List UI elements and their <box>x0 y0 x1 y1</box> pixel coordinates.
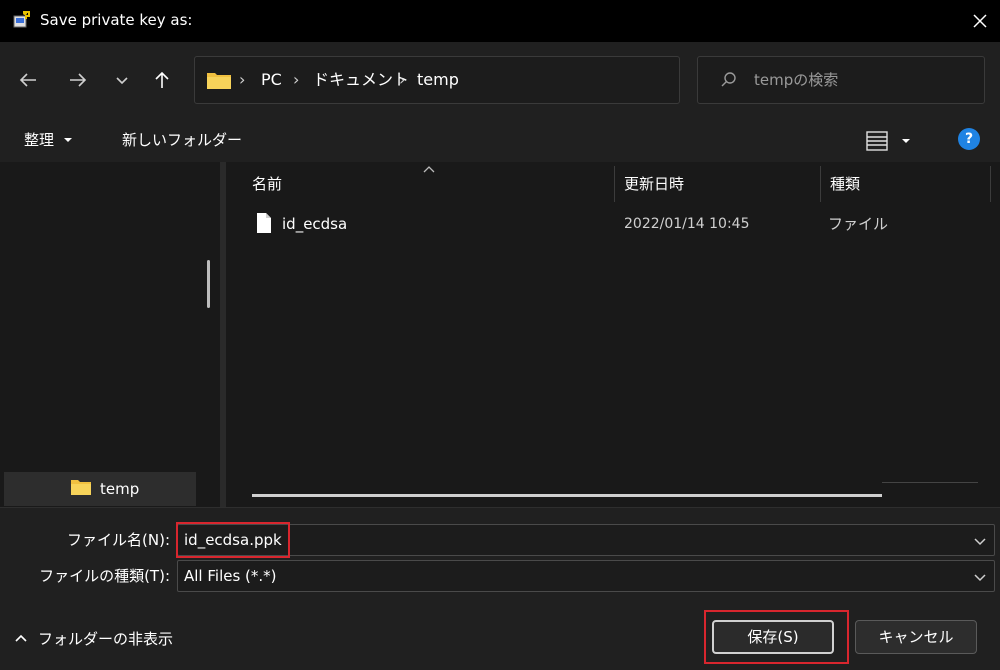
chevron-down-icon <box>902 139 910 143</box>
cancel-button[interactable]: キャンセル <box>855 620 977 654</box>
horizontal-scrollbar[interactable] <box>252 494 882 497</box>
file-name: id_ecdsa <box>282 215 348 233</box>
forward-arrow-icon <box>70 73 87 87</box>
column-header-type[interactable]: 種類 <box>830 174 860 194</box>
chevron-down-icon <box>116 77 128 85</box>
filetype-value: All Files (*.*) <box>184 567 277 585</box>
folder-icon <box>70 478 92 500</box>
hide-folders-label: フォルダーの非表示 <box>38 630 174 648</box>
back-arrow-icon <box>19 73 36 87</box>
filename-highlight-box <box>176 522 290 558</box>
close-icon <box>973 14 987 28</box>
recent-locations-button[interactable] <box>106 64 138 96</box>
breadcrumb-temp[interactable]: temp <box>417 70 459 90</box>
new-folder-button[interactable]: 新しいフォルダー <box>122 130 242 150</box>
chevron-down-icon[interactable] <box>972 533 988 549</box>
column-separator[interactable] <box>820 166 821 202</box>
organize-button[interactable]: 整理 <box>24 130 74 150</box>
help-icon: ? <box>964 131 974 147</box>
file-row[interactable]: id_ecdsa 2022/01/14 10:45 ファイル <box>246 206 986 240</box>
file-type: ファイル <box>828 215 889 233</box>
chevron-down-icon <box>64 138 73 142</box>
column-header-modified[interactable]: 更新日時 <box>624 174 684 194</box>
file-icon <box>256 212 272 238</box>
navigation-scrollbar[interactable] <box>207 260 210 308</box>
search-input[interactable] <box>754 69 974 91</box>
navigation-pane: temp <box>0 162 220 507</box>
file-modified: 2022/01/14 10:45 <box>624 216 750 232</box>
chevron-down-icon[interactable] <box>972 569 988 585</box>
help-button[interactable]: ? <box>958 128 980 150</box>
organize-label: 整理 <box>24 131 55 149</box>
column-separator[interactable] <box>990 166 991 202</box>
breadcrumb-pc[interactable]: PC <box>261 70 282 90</box>
title-bar: Save private key as: <box>0 0 1000 42</box>
search-box[interactable] <box>697 56 985 104</box>
hide-folders-toggle[interactable]: フォルダーの非表示 <box>14 628 173 649</box>
new-folder-label: 新しいフォルダー <box>122 131 243 149</box>
folder-icon <box>206 70 232 94</box>
search-icon <box>720 71 738 93</box>
filename-input[interactable] <box>184 530 944 550</box>
up-arrow-icon <box>155 71 169 88</box>
navigation-bar: › PC › ドキュメント › temp <box>0 42 1000 118</box>
view-options-button[interactable] <box>866 128 922 154</box>
breadcrumb-separator: › <box>239 70 246 89</box>
breadcrumb-separator: › <box>399 70 406 89</box>
window-title: Save private key as: <box>40 11 193 29</box>
breadcrumb-documents[interactable]: ドキュメント <box>313 70 409 90</box>
column-header-name[interactable]: 名前 <box>252 174 282 194</box>
nav-item-label: temp <box>100 480 140 498</box>
filename-combobox[interactable] <box>177 524 995 556</box>
filetype-select[interactable]: All Files (*.*) <box>177 560 995 592</box>
breadcrumb-separator: › <box>293 70 300 89</box>
command-toolbar: 整理 新しいフォルダー ? <box>0 118 1000 162</box>
app-key-icon <box>11 10 31 30</box>
nav-item-temp[interactable]: temp <box>4 472 196 506</box>
filename-label: ファイル名(N): <box>67 531 170 549</box>
save-highlight-box <box>704 610 849 664</box>
scrollbar-track <box>882 482 978 483</box>
address-bar[interactable]: › PC › ドキュメント › temp <box>194 56 854 104</box>
forward-button[interactable] <box>62 64 94 96</box>
file-list-pane: 名前 更新日時 種類 id_ecdsa 2022/01/14 10:45 ファイ… <box>226 162 1000 507</box>
column-separator[interactable] <box>614 166 615 202</box>
view-list-icon <box>866 131 888 151</box>
back-button[interactable] <box>12 64 44 96</box>
save-form: ファイル名(N): ファイルの種類(T): All Files (*.*) フォ… <box>0 507 1000 670</box>
filetype-label: ファイルの種類(T): <box>39 567 170 585</box>
up-button[interactable] <box>146 64 178 96</box>
close-button[interactable] <box>962 4 998 38</box>
sort-ascending-icon <box>422 162 436 176</box>
chevron-up-icon <box>15 634 27 642</box>
